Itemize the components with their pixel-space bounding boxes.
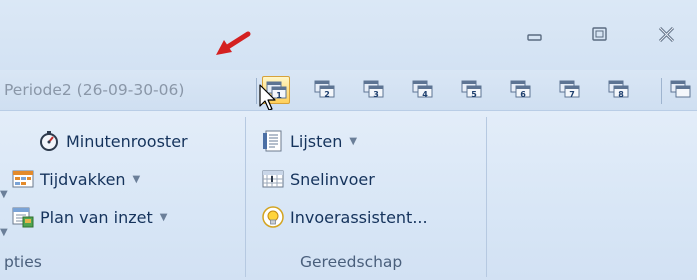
period-number: 2	[324, 90, 330, 99]
maximize-icon	[592, 27, 607, 41]
close-icon	[658, 26, 675, 43]
period-window-icon: 2	[314, 80, 335, 99]
opties-group-label: pties	[4, 253, 42, 271]
plan-dropdown-icon[interactable]: ▼	[160, 212, 168, 223]
lijsten-button[interactable]: Lijsten ▼	[262, 127, 357, 155]
period-window-icon: 4	[412, 80, 433, 99]
period-number: 5	[471, 90, 477, 99]
lijsten-label: Lijsten	[290, 131, 343, 151]
snelinvoer-button[interactable]: Snelinvoer	[262, 165, 375, 193]
plan-left-dropdown-icon[interactable]: ▼	[0, 227, 8, 238]
period-button-2[interactable]: 2	[311, 76, 339, 104]
minimize-button[interactable]	[522, 22, 548, 48]
invoerassistent-button[interactable]: Invoerassistent...	[262, 203, 428, 231]
tijdvakken-left-dropdown-icon[interactable]: ▼	[0, 189, 8, 200]
period-button-8[interactable]: 8	[605, 76, 633, 104]
gereedschap-group-label: Gereedschap	[300, 253, 403, 271]
minutenrooster-button[interactable]: Minutenrooster	[38, 127, 188, 155]
toolbar-separator	[256, 78, 257, 104]
period-window-icon: 6	[510, 80, 531, 99]
plan-van-inzet-button[interactable]: Plan van inzet ▼	[12, 203, 167, 231]
period-number: 8	[618, 90, 624, 99]
timeslots-icon	[12, 170, 34, 188]
period-number: 6	[520, 90, 526, 99]
toolbar-separator	[661, 78, 662, 104]
quick-entry-icon	[262, 170, 284, 188]
period-window-icon: 5	[461, 80, 482, 99]
period-window-icon: 3	[363, 80, 384, 99]
period-number: 4	[422, 90, 428, 99]
lijsten-dropdown-icon[interactable]: ▼	[349, 136, 357, 147]
period-button-next[interactable]	[667, 76, 695, 104]
maximize-button[interactable]	[587, 22, 613, 48]
period-window-icon	[670, 80, 691, 98]
period-button-4[interactable]: 4	[409, 76, 437, 104]
stopwatch-icon	[40, 131, 58, 151]
title-bar	[0, 0, 697, 70]
tijdvakken-label: Tijdvakken	[40, 169, 126, 189]
period-button-7[interactable]: 7	[556, 76, 584, 104]
period-button-3[interactable]: 3	[360, 76, 388, 104]
ribbon: ▼ ▼ Minutenrooster Tijdvakken ▼ Plan van…	[0, 110, 697, 280]
annotation-arrow-icon	[216, 31, 251, 55]
period-number: 3	[373, 90, 379, 99]
period-toolbar: Periode2 (26-09-30-06) 12345678	[0, 70, 697, 110]
periode-label: Periode2 (26-09-30-06)	[4, 81, 185, 99]
lightbulb-icon	[262, 206, 284, 228]
invoerassistent-label: Invoerassistent...	[290, 207, 428, 227]
plan-van-inzet-label: Plan van inzet	[40, 207, 153, 227]
minimize-icon	[527, 34, 542, 41]
period-button-6[interactable]: 6	[507, 76, 535, 104]
close-button[interactable]	[654, 22, 680, 48]
period-number: 7	[569, 90, 575, 99]
snelinvoer-label: Snelinvoer	[290, 169, 375, 189]
group-separator	[245, 117, 246, 277]
period-window-icon: 8	[608, 80, 629, 99]
group-separator	[486, 117, 487, 277]
tijdvakken-button[interactable]: Tijdvakken ▼	[12, 165, 140, 193]
list-document-icon	[263, 130, 282, 152]
minutenrooster-label: Minutenrooster	[66, 131, 188, 151]
tijdvakken-dropdown-icon[interactable]: ▼	[133, 174, 141, 185]
period-button-5[interactable]: 5	[458, 76, 486, 104]
plan-icon	[12, 207, 34, 228]
period-window-icon: 7	[559, 80, 580, 99]
